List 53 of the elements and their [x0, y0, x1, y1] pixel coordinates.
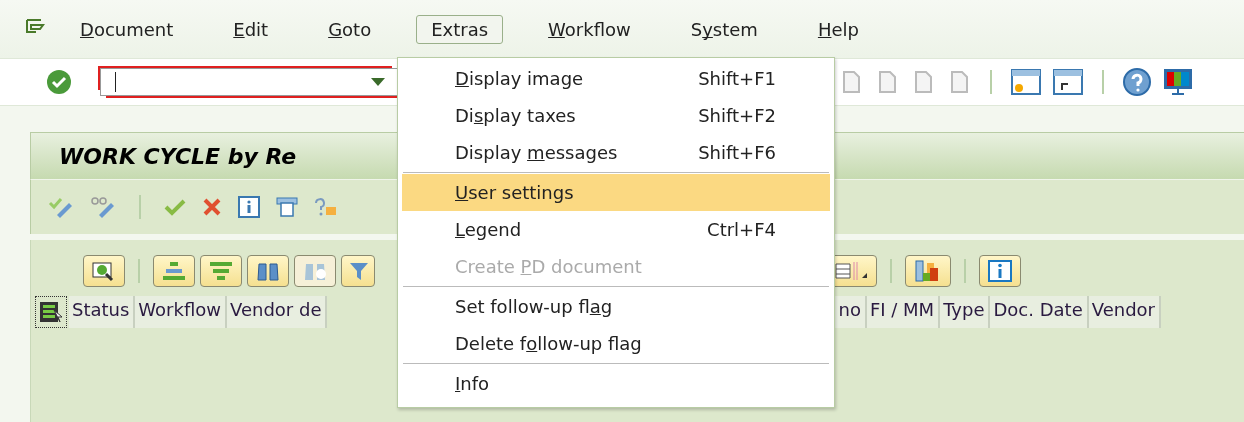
column-header[interactable]: Vendor — [1088, 296, 1161, 328]
help-icon[interactable] — [1122, 67, 1152, 97]
menu-item[interactable]: Workflow — [533, 14, 646, 44]
menu-option[interactable]: Info — [402, 365, 830, 402]
menu-option[interactable]: Legend Ctrl+F4 — [402, 211, 830, 248]
column-header[interactable]: no — [835, 296, 867, 328]
menu-item[interactable]: Help — [802, 14, 874, 44]
info-icon[interactable] — [237, 195, 261, 219]
pencil-check-icon[interactable] — [47, 195, 75, 219]
printer-icon[interactable] — [275, 195, 299, 219]
dropdown-arrow-icon[interactable] — [371, 78, 385, 86]
info-icon — [986, 259, 1014, 283]
sort-descending-icon — [207, 260, 235, 282]
column-header[interactable]: Type — [940, 296, 991, 328]
column-header[interactable]: FI / MM — [866, 296, 941, 328]
select-all-button[interactable] — [35, 296, 67, 328]
check-icon[interactable] — [46, 69, 72, 95]
menu-item[interactable]: Document — [65, 14, 189, 44]
menu-icon[interactable] — [25, 18, 45, 34]
shortcut-label: Shift+F6 — [698, 142, 776, 163]
binoculars-button[interactable] — [247, 255, 289, 287]
column-header[interactable]: Doc. Date — [990, 296, 1089, 328]
menu-option[interactable]: Display messages Shift+F6 — [402, 134, 830, 171]
menu-item[interactable]: System — [675, 14, 773, 44]
chart-button[interactable] — [905, 255, 951, 287]
info-button[interactable] — [979, 255, 1021, 287]
menu-option[interactable]: Delete follow-up flag — [402, 325, 830, 362]
sort-ascending-icon — [160, 260, 188, 282]
menu-item[interactable]: Extras — [416, 14, 504, 44]
detail-button[interactable] — [83, 255, 125, 287]
shortcut-label: Shift+F2 — [698, 105, 776, 126]
menu-option[interactable]: Display taxes Shift+F2 — [402, 97, 830, 134]
menu-item[interactable]: Edit — [218, 14, 284, 44]
filter-icon — [348, 260, 368, 282]
shortcut-label: Ctrl+F4 — [707, 219, 776, 240]
command-field[interactable] — [100, 68, 398, 96]
column-header[interactable]: Vendor de — [227, 296, 328, 328]
menu-option[interactable]: Set follow-up flag — [402, 288, 830, 325]
window-icon[interactable] — [1052, 68, 1084, 96]
close-icon[interactable] — [201, 196, 223, 218]
sort-descending-button[interactable] — [200, 255, 242, 287]
column-header[interactable]: Workflow — [135, 296, 227, 328]
menu-option[interactable]: User settings — [402, 174, 830, 211]
sort-ascending-button[interactable] — [153, 255, 195, 287]
shortcut-label: Shift+F1 — [698, 68, 776, 89]
glasses-pencil-icon[interactable] — [89, 195, 117, 219]
screen-title: WORK CYCLE by Re — [59, 143, 297, 169]
monitor-icon[interactable] — [1162, 67, 1194, 97]
filter-button[interactable] — [341, 255, 375, 287]
column-header[interactable]: Status — [69, 296, 136, 328]
binoculars-icon — [254, 260, 282, 282]
binoculars-plus-button[interactable] — [294, 255, 336, 287]
menu-item[interactable]: Goto — [313, 14, 387, 44]
